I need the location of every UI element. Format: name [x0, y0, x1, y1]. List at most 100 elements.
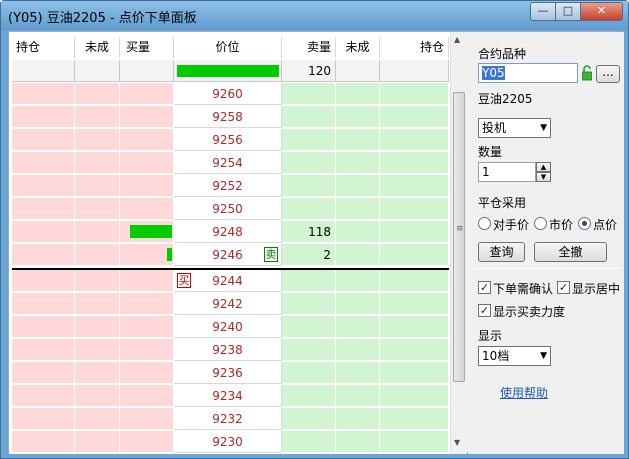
buy-pending-cell[interactable] [75, 362, 120, 384]
sell-pending-cell[interactable] [336, 270, 380, 292]
buy-pending-cell[interactable] [75, 408, 120, 430]
sell-qty-cell[interactable] [282, 408, 336, 430]
price-row[interactable]: 9254 [12, 152, 449, 175]
sell-position-cell[interactable] [380, 362, 449, 384]
buy-position-cell[interactable] [12, 244, 75, 266]
price-row[interactable]: 9248 118 [12, 221, 449, 244]
sell-pending-cell[interactable] [336, 198, 380, 220]
buy-pending-cell[interactable] [75, 106, 120, 128]
buy-pending-cell[interactable] [75, 270, 120, 292]
sell-qty-cell[interactable]: 2 [282, 244, 336, 266]
sell-position-cell[interactable] [380, 431, 449, 453]
price-cell[interactable]: 9248 [174, 221, 282, 243]
sell-position-cell[interactable] [380, 221, 449, 243]
sell-position-cell[interactable] [380, 270, 449, 292]
price-row[interactable]: 9236 [12, 362, 449, 385]
sell-qty-cell[interactable]: 118 [282, 221, 336, 243]
sell-position-cell[interactable] [380, 385, 449, 407]
buy-pending-cell[interactable] [75, 221, 120, 243]
buy-pending-cell[interactable] [75, 129, 120, 151]
buy-qty-cell[interactable] [120, 175, 174, 197]
help-link[interactable]: 使用帮助 [500, 384, 548, 401]
sell-pending-cell[interactable] [336, 129, 380, 151]
price-row[interactable]: 9260 [12, 83, 449, 106]
qty-down-icon[interactable]: ▼ [536, 172, 551, 182]
price-cell[interactable]: 9236 [174, 362, 282, 384]
buy-qty-cell[interactable] [120, 198, 174, 220]
buy-pending-cell[interactable] [75, 175, 120, 197]
buy-qty-cell[interactable] [120, 129, 174, 151]
sell-pending-cell[interactable] [336, 83, 380, 105]
cancel-all-button[interactable]: 全撤 [534, 242, 607, 262]
price-row[interactable]: 9238 [12, 339, 449, 362]
scrollbar-thumb[interactable]: ≡ [453, 92, 465, 382]
sell-qty-cell[interactable] [282, 316, 336, 338]
sell-pending-cell[interactable] [336, 244, 380, 266]
price-cell[interactable]: 9234 [174, 385, 282, 407]
price-row[interactable]: 9258 [12, 106, 449, 129]
price-cell[interactable]: 9256 [174, 129, 282, 151]
buy-qty-cell[interactable] [120, 152, 174, 174]
sell-pending-cell[interactable] [336, 339, 380, 361]
sell-pending-cell[interactable] [336, 362, 380, 384]
buy-position-cell[interactable] [12, 339, 75, 361]
price-row[interactable]: 9244 买 [12, 270, 449, 293]
price-cell[interactable]: 9260 [174, 83, 282, 105]
price-cell[interactable]: 9242 [174, 293, 282, 315]
title-bar[interactable]: (Y05) 豆油2205 - 点价下单面板 — □ ✕ [1, 1, 628, 30]
buy-position-cell[interactable] [12, 362, 75, 384]
buy-pending-cell[interactable] [75, 198, 120, 220]
sell-qty-cell[interactable] [282, 175, 336, 197]
sell-pending-cell[interactable] [336, 221, 380, 243]
sell-qty-cell[interactable] [282, 83, 336, 105]
sell-qty-cell[interactable] [282, 270, 336, 292]
buy-position-cell[interactable] [12, 221, 75, 243]
sell-position-cell[interactable] [380, 408, 449, 430]
maximize-button[interactable]: □ [555, 2, 581, 21]
sell-pending-cell[interactable] [336, 175, 380, 197]
buy-position-cell[interactable] [12, 293, 75, 315]
buy-pending-cell[interactable] [75, 339, 120, 361]
buy-position-cell[interactable] [12, 83, 75, 105]
price-row[interactable]: 9246 2 卖 [12, 244, 449, 267]
buy-qty-cell[interactable] [120, 244, 174, 266]
radio-opponent-price[interactable] [478, 217, 491, 230]
sell-position-cell[interactable] [380, 244, 449, 266]
scroll-down-icon[interactable]: ▼ [454, 438, 460, 447]
buy-pending-cell[interactable] [75, 244, 120, 266]
buy-qty-cell[interactable] [120, 362, 174, 384]
price-row[interactable]: 9242 [12, 293, 449, 316]
minimize-button[interactable]: — [530, 2, 556, 21]
sell-pending-cell[interactable] [336, 431, 380, 453]
sell-qty-cell[interactable] [282, 431, 336, 453]
sell-position-cell[interactable] [380, 316, 449, 338]
sell-pending-cell[interactable] [336, 106, 380, 128]
radio-market-price[interactable] [534, 217, 547, 230]
buy-qty-cell[interactable] [120, 316, 174, 338]
sell-position-cell[interactable] [380, 339, 449, 361]
buy-qty-cell[interactable] [120, 431, 174, 453]
buy-position-cell[interactable] [12, 152, 75, 174]
price-cell[interactable]: 9238 [174, 339, 282, 361]
sell-qty-cell[interactable] [282, 152, 336, 174]
sell-position-cell[interactable] [380, 129, 449, 151]
price-cell[interactable]: 9232 [174, 408, 282, 430]
price-cell[interactable]: 9230 [174, 431, 282, 453]
buy-position-cell[interactable] [12, 129, 75, 151]
price-row[interactable]: 9232 [12, 408, 449, 431]
qty-up-icon[interactable]: ▲ [536, 162, 551, 172]
center-checkbox[interactable]: ✓ [557, 281, 570, 294]
sell-pending-cell[interactable] [336, 408, 380, 430]
sell-qty-cell[interactable] [282, 362, 336, 384]
price-row[interactable]: 9250 [12, 198, 449, 221]
price-row[interactable]: 9252 [12, 175, 449, 198]
buy-qty-cell[interactable] [120, 106, 174, 128]
price-cell[interactable]: 9254 [174, 152, 282, 174]
price-row[interactable]: 9234 [12, 385, 449, 408]
strength-checkbox[interactable]: ✓ [478, 304, 491, 317]
price-cell[interactable]: 9258 [174, 106, 282, 128]
sell-qty-cell[interactable] [282, 339, 336, 361]
contract-input[interactable]: Y05 [478, 63, 578, 83]
buy-qty-cell[interactable] [120, 339, 174, 361]
price-cell[interactable]: 9240 [174, 316, 282, 338]
